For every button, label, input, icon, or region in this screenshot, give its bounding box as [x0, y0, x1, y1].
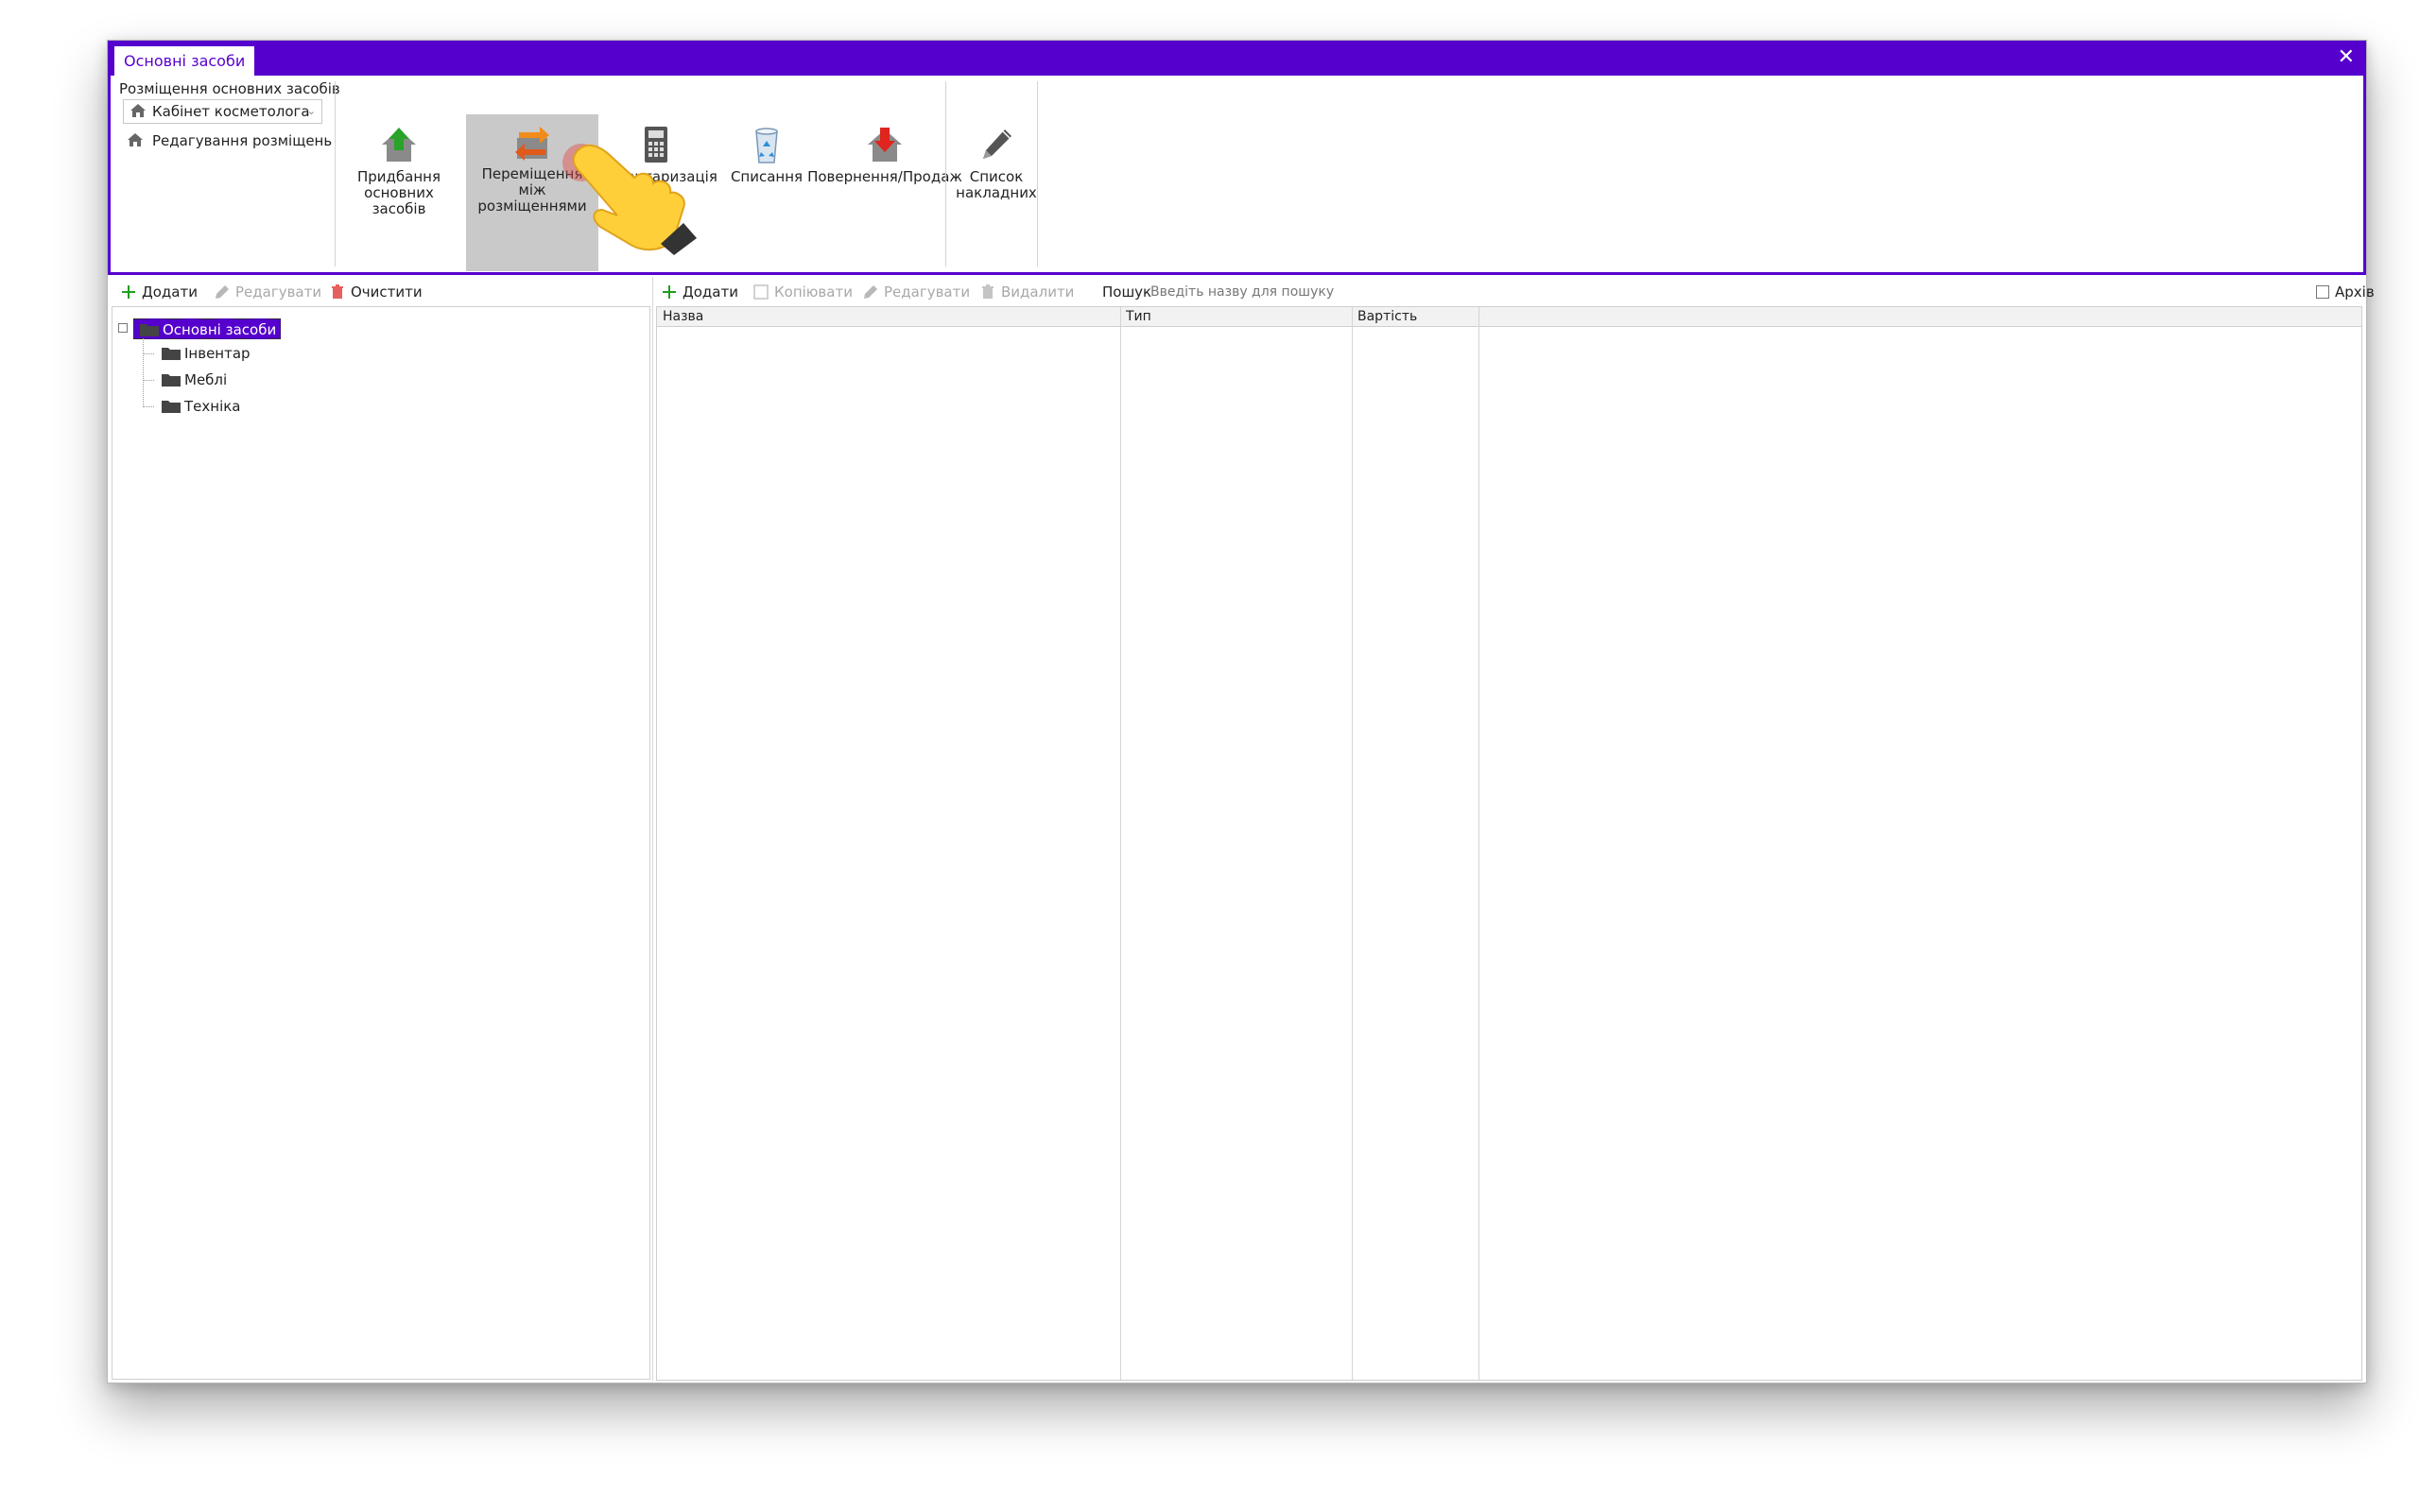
folder-icon	[162, 401, 181, 413]
transfer-between-locations-label: Переміщення між розміщеннями	[477, 165, 587, 215]
tree-connector	[143, 353, 154, 354]
tree-connector	[143, 406, 154, 407]
trash-icon	[332, 284, 343, 299]
pencil-icon	[864, 285, 877, 299]
archive-checkbox[interactable]: Архів	[2316, 279, 2375, 305]
tree-add-button[interactable]: Додати	[121, 279, 198, 305]
tree-item[interactable]: Інвентар	[143, 343, 251, 364]
edit-locations-label: Редагування розміщень	[152, 132, 333, 149]
column-header-name[interactable]: Назва	[657, 307, 1120, 327]
house-up-arrow-icon	[382, 128, 416, 162]
house-down-arrow-icon	[868, 128, 902, 162]
location-select-value: Кабінет косметолога	[152, 103, 310, 120]
copy-icon	[753, 284, 769, 300]
invoice-list-button[interactable]: Список накладних	[950, 117, 1043, 271]
search-input[interactable]	[1147, 281, 2311, 303]
inventory-label: Інвентаризація	[604, 168, 717, 185]
edit-locations-button[interactable]: Редагування розміщень	[127, 129, 332, 152]
checkbox-box[interactable]	[2316, 285, 2329, 299]
tree-connector	[143, 380, 154, 381]
list-copy-label: Копіювати	[774, 284, 853, 301]
category-tree: Основні засоби	[112, 306, 650, 1380]
transfer-arrows-icon	[515, 127, 549, 161]
list-add-button[interactable]: Додати	[662, 279, 738, 305]
tab-fixed-assets[interactable]: Основні засоби	[113, 45, 256, 76]
pencil-icon	[983, 129, 1011, 159]
tree-item-label: Інвентар	[184, 345, 251, 362]
folder-icon	[162, 348, 181, 360]
plus-icon	[663, 285, 676, 299]
tree-root-selected[interactable]: Основні засоби	[133, 318, 282, 339]
column-divider	[1478, 307, 1479, 1380]
ribbon-separator	[1037, 81, 1038, 266]
list-edit-button[interactable]: Редагувати	[863, 279, 970, 305]
purchase-assets-label: Придбання основних засобів	[356, 168, 441, 217]
location-select[interactable]: Кабінет косметолога ⌄	[123, 99, 322, 124]
home-icon	[130, 104, 146, 117]
archive-label: Архів	[2335, 284, 2375, 301]
plus-icon	[122, 285, 135, 299]
list-toolbar: Додати Копіювати Редагувати Видалити Пош…	[662, 279, 2375, 305]
tree-item-label: Меблі	[184, 371, 228, 388]
list-add-label: Додати	[683, 284, 738, 301]
folder-icon	[140, 324, 159, 336]
transfer-between-locations-button[interactable]: Переміщення між розміщеннями	[466, 114, 598, 271]
tree-item-label: Техніка	[184, 398, 241, 415]
inventory-button[interactable]: Інвентаризація	[602, 117, 717, 271]
search-label: Пошук	[1102, 284, 1152, 301]
return-sale-button[interactable]: Повернення/Продаж	[800, 117, 970, 271]
title-bar: Основні засоби ✕	[108, 41, 2366, 76]
column-divider	[1120, 307, 1121, 1380]
list-edit-label: Редагувати	[884, 284, 971, 301]
tree-item[interactable]: Техніка	[143, 396, 241, 417]
assets-grid: Назва Тип Вартість	[656, 306, 2362, 1381]
tree-toolbar: Додати Редагувати Очистити	[112, 279, 655, 305]
tree-clear-button[interactable]: Очистити	[330, 279, 423, 305]
ribbon: Розміщення основних засобів Кабінет косм…	[108, 76, 2366, 275]
invoice-list-label: Список накладних	[956, 168, 1037, 201]
recycle-bin-icon	[755, 128, 778, 163]
collapse-icon[interactable]	[118, 323, 128, 333]
ribbon-separator	[335, 81, 336, 266]
purchase-assets-button[interactable]: Придбання основних засобів	[338, 117, 459, 271]
ribbon-separator	[945, 81, 946, 266]
chevron-down-icon: ⌄	[306, 105, 316, 117]
tree-edit-label: Редагувати	[235, 284, 322, 301]
pencil-icon	[216, 285, 229, 299]
home-icon	[128, 133, 143, 146]
tree-clear-label: Очистити	[351, 284, 423, 301]
panel-splitter[interactable]	[652, 277, 653, 1381]
list-copy-button[interactable]: Копіювати	[753, 279, 853, 305]
fixed-assets-window: Основні засоби ✕ Розміщення основних зас…	[107, 40, 2375, 1383]
close-icon[interactable]: ✕	[2338, 44, 2355, 71]
return-sale-label: Повернення/Продаж	[807, 168, 962, 185]
tree-add-label: Додати	[142, 284, 198, 301]
list-delete-label: Видалити	[1001, 284, 1075, 301]
column-divider	[1352, 307, 1353, 1380]
location-group-label: Розміщення основних засобів	[119, 80, 340, 97]
column-header-cost[interactable]: Вартість	[1352, 307, 1478, 327]
tree-root-label: Основні засоби	[163, 321, 277, 338]
column-header-type[interactable]: Тип	[1120, 307, 1352, 327]
tree-item[interactable]: Меблі	[143, 369, 227, 390]
folder-icon	[162, 374, 181, 387]
trash-icon	[982, 284, 994, 299]
grid-header: Назва Тип Вартість	[657, 307, 2361, 327]
tree-edit-button[interactable]: Редагувати	[215, 279, 321, 305]
calculator-icon	[645, 127, 667, 163]
list-delete-button[interactable]: Видалити	[980, 279, 1074, 305]
